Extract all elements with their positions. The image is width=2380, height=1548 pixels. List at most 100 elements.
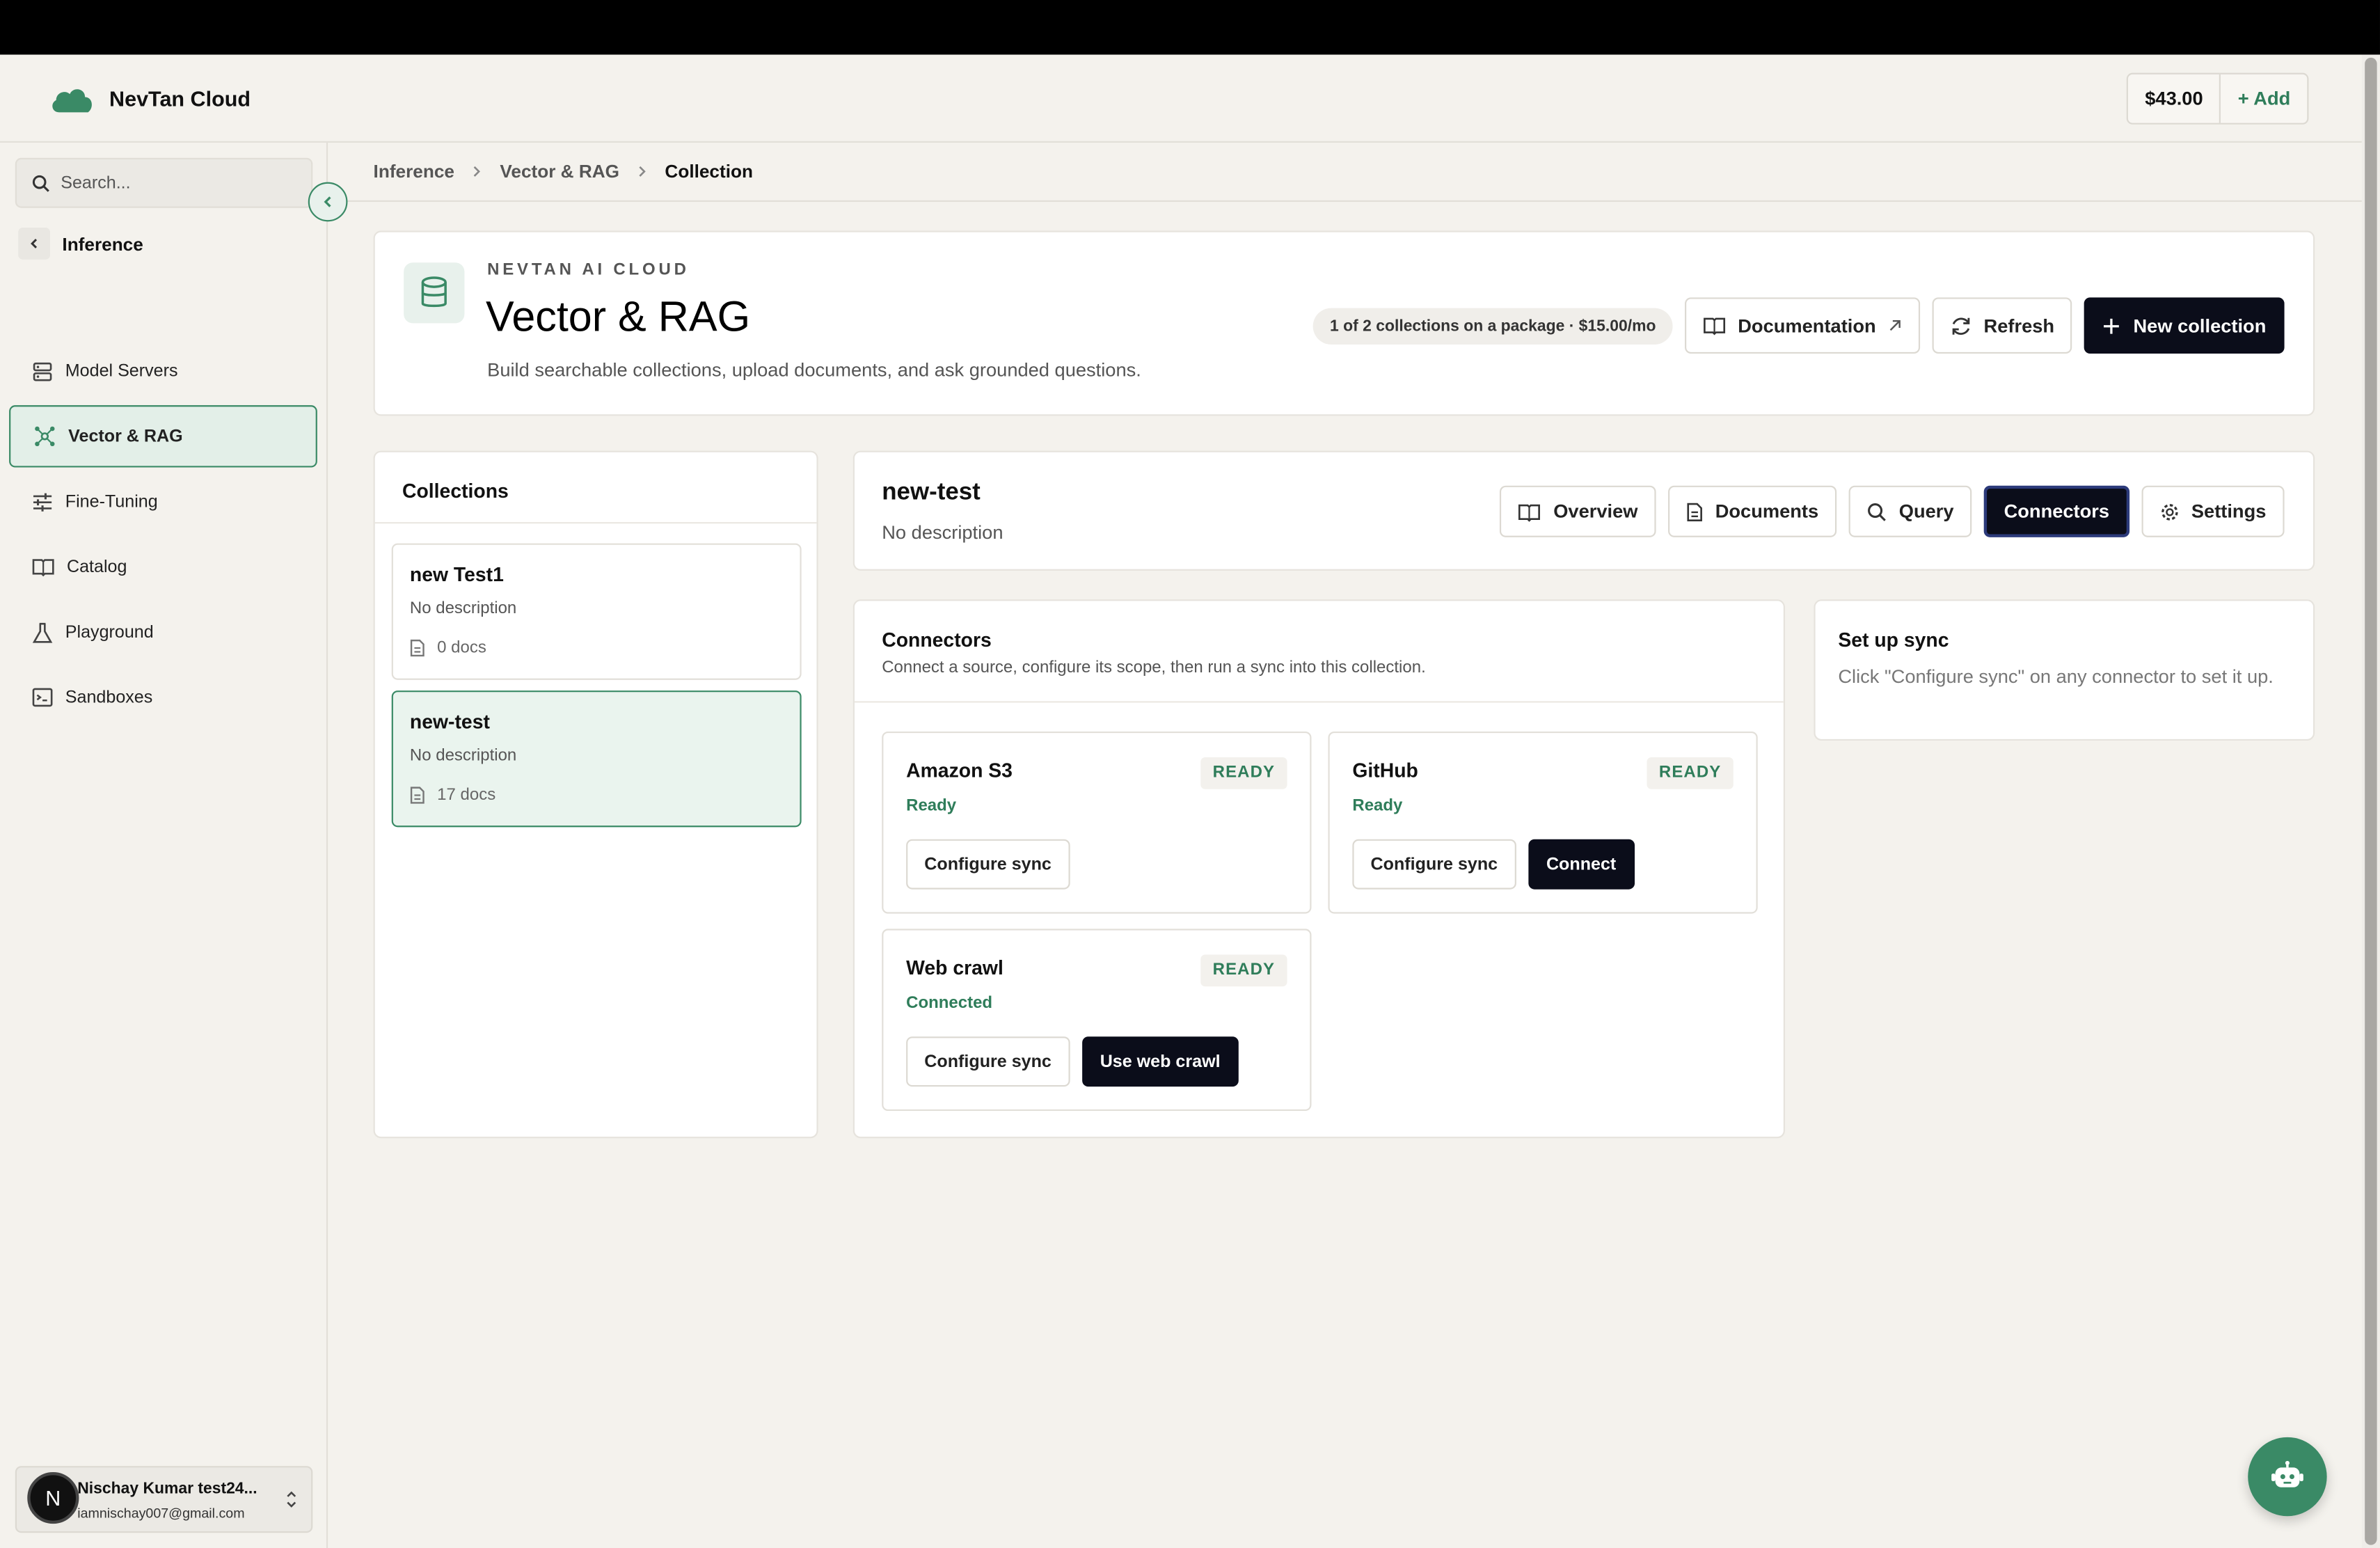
- sidebar-item-label: Model Servers: [65, 362, 178, 381]
- tab-settings[interactable]: Settings: [2141, 485, 2285, 537]
- assistant-chat-button[interactable]: [2248, 1437, 2327, 1517]
- connector-status: Ready: [906, 796, 957, 815]
- sidebar-item-playground[interactable]: Playground: [9, 601, 317, 663]
- tab-label: Overview: [1553, 500, 1638, 523]
- doc-count-label: 17 docs: [437, 786, 496, 805]
- search-input[interactable]: [61, 173, 273, 192]
- sidebar-search[interactable]: [15, 157, 313, 208]
- sidebar-item-label: Playground: [65, 623, 154, 642]
- app-name: NevTan Cloud: [109, 86, 251, 111]
- new-collection-button[interactable]: New collection: [2084, 297, 2285, 354]
- search-icon: [1868, 502, 1887, 521]
- book-icon: [1703, 317, 1725, 335]
- setup-sync-title: Set up sync: [1838, 628, 1949, 651]
- document-icon: [410, 639, 425, 657]
- sidebar-item-sandboxes[interactable]: Sandboxes: [9, 666, 317, 728]
- use-web-crawl-button[interactable]: Use web crawl: [1081, 1036, 1239, 1087]
- tab-label: Connectors: [2004, 500, 2110, 523]
- robot-icon: [2271, 1460, 2303, 1487]
- sidebar-item-label: Catalog: [66, 558, 127, 576]
- collection-title: new-test: [882, 480, 981, 506]
- refresh-label: Refresh: [1983, 315, 2055, 336]
- chevron-up-down-icon: [287, 1491, 296, 1508]
- user-name: Nischay Kumar test24...: [77, 1479, 257, 1499]
- connect-button[interactable]: Connect: [1528, 839, 1635, 890]
- tab-connectors[interactable]: Connectors: [1984, 485, 2129, 537]
- sidebar-item-model-servers[interactable]: Model Servers: [9, 340, 317, 402]
- brand[interactable]: NevTan Cloud: [49, 84, 251, 114]
- setup-sync-hint: Click "Configure sync" on any connector …: [1838, 666, 2274, 688]
- breadcrumb-collection: Collection: [665, 161, 753, 182]
- collection-name: new-test: [409, 710, 490, 734]
- connector-actions: Configure sync: [906, 839, 1070, 890]
- collection-doc-count: 17 docs: [410, 786, 496, 805]
- page-subtitle: Build searchable collections, upload doc…: [487, 359, 1141, 381]
- collection-doc-count: 0 docs: [410, 639, 486, 657]
- breadcrumb-vector-rag[interactable]: Vector & RAG: [500, 161, 619, 182]
- sidebar-item-label: Fine-Tuning: [65, 492, 158, 511]
- terminal-icon: [32, 688, 53, 707]
- collapse-sidebar-button[interactable]: [308, 182, 348, 222]
- package-usage-pill: 1 of 2 collections on a package · $15.00…: [1313, 307, 1673, 344]
- collection-description: No description: [882, 522, 1003, 544]
- breadcrumb-inference[interactable]: Inference: [374, 161, 454, 182]
- status-badge: READY: [1647, 757, 1734, 789]
- connector-card-amazon-s3: Amazon S3 READY Ready Configure sync: [882, 731, 1312, 914]
- document-icon: [1687, 502, 1702, 521]
- refresh-button[interactable]: Refresh: [1932, 297, 2073, 354]
- page-scrollbar[interactable]: [2361, 54, 2380, 1548]
- sidebar-item-vector-rag[interactable]: Vector & RAG: [9, 405, 317, 468]
- collection-item-new-test1[interactable]: new Test1 No description 0 docs: [391, 543, 802, 680]
- user-menu[interactable]: N Nischay Kumar test24... iamnischay007@…: [15, 1466, 313, 1533]
- doc-count-label: 0 docs: [437, 638, 486, 658]
- back-to-inference[interactable]: Inference: [18, 228, 143, 260]
- plus-icon: [2104, 317, 2120, 333]
- connectors-title: Connectors: [882, 628, 992, 651]
- external-link-icon: [1889, 319, 1901, 331]
- back-button[interactable]: [18, 228, 50, 260]
- setup-sync-panel: Set up sync Click "Configure sync" on an…: [1814, 599, 2315, 741]
- connector-actions: Configure sync Connect: [1352, 839, 1635, 890]
- connector-name: Web crawl: [906, 956, 1003, 979]
- divider: [374, 522, 817, 524]
- header-actions: 1 of 2 collections on a package · $15.00…: [1313, 297, 2285, 354]
- document-icon: [410, 787, 425, 804]
- documentation-button[interactable]: Documentation: [1684, 297, 1920, 354]
- tab-documents[interactable]: Documents: [1668, 485, 1837, 537]
- tab-overview[interactable]: Overview: [1500, 485, 1656, 537]
- chevron-right-icon: [474, 166, 481, 177]
- database-icon: [421, 276, 447, 308]
- collections-panel: Collections new Test1 No description 0 d…: [373, 450, 818, 1139]
- configure-sync-button[interactable]: Configure sync: [1352, 839, 1516, 890]
- search-icon: [32, 174, 49, 191]
- collection-description: No description: [409, 746, 517, 765]
- eyebrow-label: NEVTAN AI CLOUD: [487, 261, 690, 280]
- sliders-icon: [33, 492, 52, 511]
- network-icon: [35, 426, 55, 447]
- sidebar: Inference Model Servers Vector & RAG Fin…: [0, 142, 348, 1548]
- cloud-logo-icon: [52, 89, 92, 113]
- connectors-subtitle: Connect a source, configure its scope, t…: [882, 658, 1426, 677]
- connector-status: Ready: [1352, 796, 1403, 815]
- sidebar-item-catalog[interactable]: Catalog: [9, 536, 317, 598]
- add-funds-button[interactable]: + Add: [2221, 74, 2307, 123]
- sidebar-item-label: Sandboxes: [65, 688, 153, 706]
- connector-name: GitHub: [1352, 759, 1418, 782]
- refresh-icon: [1952, 317, 1970, 334]
- collection-item-new-test[interactable]: new-test No description 17 docs: [391, 690, 802, 828]
- avatar: N: [27, 1471, 79, 1524]
- connectors-panel: Connectors Connect a source, configure i…: [852, 599, 1785, 1139]
- connector-card-web-crawl: Web crawl READY Connected Configure sync…: [882, 929, 1312, 1112]
- page-header-card: NEVTAN AI CLOUD Vector & RAG Build searc…: [373, 230, 2315, 416]
- user-email: iamnischay007@gmail.com: [77, 1505, 245, 1521]
- flask-icon: [32, 622, 53, 642]
- tab-query[interactable]: Query: [1848, 485, 1972, 537]
- sidebar-item-fine-tuning[interactable]: Fine-Tuning: [9, 471, 317, 532]
- connector-name: Amazon S3: [906, 759, 1013, 782]
- status-badge: READY: [1200, 757, 1287, 789]
- configure-sync-button[interactable]: Configure sync: [906, 1036, 1070, 1087]
- configure-sync-button[interactable]: Configure sync: [906, 839, 1070, 890]
- gear-icon: [2161, 503, 2177, 520]
- balance-amount: $43.00: [2128, 74, 2221, 123]
- scrollbar-thumb[interactable]: [2365, 57, 2377, 1545]
